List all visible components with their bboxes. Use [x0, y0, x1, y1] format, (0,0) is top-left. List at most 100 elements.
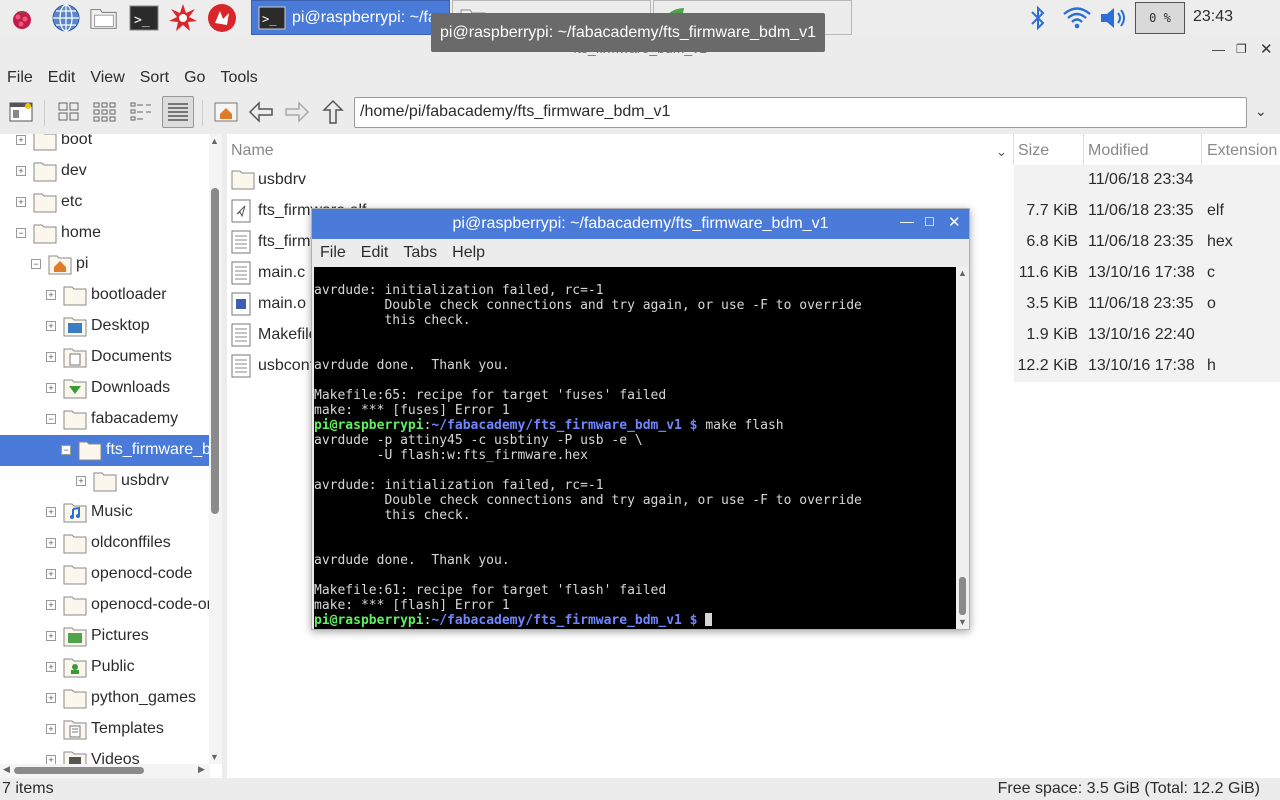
tree-item-label: Documents	[91, 348, 172, 365]
menu-view[interactable]: View	[83, 64, 132, 92]
terminal-icon[interactable]: >_	[129, 3, 159, 33]
expand-icon[interactable]: +	[46, 290, 56, 300]
volume-icon[interactable]	[1099, 6, 1129, 35]
column-header-size[interactable]: Size	[1018, 138, 1049, 164]
new-window-icon[interactable]	[7, 98, 35, 126]
tree-item-label: Public	[91, 658, 135, 675]
column-header-modified[interactable]: Modified	[1088, 138, 1148, 164]
tree-item[interactable]: + openocd-code-orig	[0, 590, 222, 621]
home-icon[interactable]	[212, 98, 240, 126]
chevron-down-icon[interactable]: ⌄	[1255, 103, 1267, 120]
back-icon[interactable]	[247, 98, 275, 126]
scroll-left-icon[interactable]: ◀	[3, 764, 10, 775]
tree-item[interactable]: + Documents	[0, 342, 210, 373]
tree-item[interactable]: − fabacademy	[0, 404, 210, 435]
terminal-scrollbar[interactable]	[956, 267, 969, 629]
tree-item[interactable]: − fts_firmware_bdm_v1	[0, 435, 222, 466]
column-header-name[interactable]: Name	[231, 138, 274, 164]
tree-item[interactable]: + python_games	[0, 683, 210, 714]
tree-item[interactable]: + Downloads	[0, 373, 210, 404]
minimize-icon[interactable]: —	[1212, 42, 1225, 57]
menu-tabs[interactable]: Tabs	[395, 240, 444, 266]
expand-icon[interactable]: +	[46, 693, 56, 703]
taskbar-button-terminal[interactable]: >_ pi@raspberrypi: ~/fa	[251, 0, 450, 35]
tree-item[interactable]: + boot	[0, 134, 210, 156]
maximize-icon[interactable]: ☐	[924, 215, 935, 229]
column-header-extension[interactable]: Extension	[1207, 138, 1277, 164]
scroll-right-icon[interactable]: ▶	[198, 764, 205, 775]
close-icon[interactable]: ✕	[1260, 40, 1273, 58]
expand-icon[interactable]: +	[46, 383, 56, 393]
tree-vertical-scroll-thumb[interactable]	[211, 188, 219, 514]
collapse-icon[interactable]: −	[46, 414, 56, 424]
tree-item[interactable]: + Music	[0, 497, 210, 528]
wifi-icon[interactable]	[1062, 5, 1092, 36]
tree-item[interactable]: + oldconffiles	[0, 528, 210, 559]
menu-edit[interactable]: Edit	[41, 64, 84, 92]
forward-icon[interactable]	[283, 98, 311, 126]
close-icon[interactable]: ✕	[948, 213, 961, 231]
expand-icon[interactable]: +	[46, 352, 56, 362]
expand-icon[interactable]: +	[46, 507, 56, 517]
menu-edit[interactable]: Edit	[353, 240, 396, 266]
menu-tools[interactable]: Tools	[213, 64, 265, 92]
raspberry-menu-icon[interactable]	[7, 3, 37, 33]
expand-icon[interactable]: +	[16, 135, 26, 145]
list-view-icon[interactable]	[162, 96, 194, 128]
file-manager-icon[interactable]	[89, 3, 119, 33]
tree-item[interactable]: + Desktop	[0, 311, 210, 342]
globe-icon[interactable]	[51, 3, 81, 33]
scroll-up-icon[interactable]: ▲	[958, 268, 967, 278]
terminal-scroll-thumb[interactable]	[959, 577, 966, 615]
prompt-path: ~/fabacademy/fts_firmware_bdm_v1	[431, 418, 682, 433]
tree-item[interactable]: + openocd-code	[0, 559, 210, 590]
minimize-icon[interactable]: —	[900, 213, 914, 229]
expand-icon[interactable]: +	[46, 724, 56, 734]
clock[interactable]: 23:43	[1193, 8, 1233, 26]
expand-icon[interactable]: +	[46, 321, 56, 331]
file-row[interactable]: usbdrv 11/06/18 23:34	[227, 165, 1280, 196]
expand-icon[interactable]: +	[46, 538, 56, 548]
tree-item[interactable]: + usbdrv	[0, 466, 210, 497]
collapse-icon[interactable]: −	[61, 445, 71, 455]
terminal-output[interactable]: avrdude: initialization failed, rc=-1 Do…	[314, 267, 956, 629]
menu-sort[interactable]: Sort	[133, 64, 177, 92]
scroll-down-icon[interactable]: ▼	[210, 752, 219, 762]
path-input[interactable]: /home/pi/fabacademy/fts_firmware_bdm_v1	[354, 97, 1247, 128]
tree-item[interactable]: + Pictures	[0, 621, 210, 652]
tree-item[interactable]: − pi	[0, 249, 210, 280]
expand-icon[interactable]: +	[46, 662, 56, 672]
tree-item[interactable]: + bootloader	[0, 280, 210, 311]
menu-file[interactable]: File	[0, 64, 41, 92]
expand-icon[interactable]: +	[46, 631, 56, 641]
thumbnail-view-icon[interactable]	[91, 98, 119, 126]
wolfram-icon[interactable]	[207, 3, 237, 33]
collapse-icon[interactable]: −	[31, 259, 41, 269]
expand-icon[interactable]: +	[16, 166, 26, 176]
tree-item[interactable]: + etc	[0, 187, 210, 218]
terminal-titlebar[interactable]: pi@raspberrypi: ~/fabacademy/fts_firmwar…	[312, 209, 969, 239]
tree-item[interactable]: + Templates	[0, 714, 210, 745]
collapse-icon[interactable]: −	[16, 228, 26, 238]
bluetooth-icon[interactable]	[1027, 4, 1049, 37]
sort-chevron-icon[interactable]: ⌄	[996, 140, 1007, 166]
tree-item[interactable]: − home	[0, 218, 210, 249]
cpu-monitor[interactable]: 0 %	[1135, 2, 1185, 34]
scroll-down-icon[interactable]: ▼	[958, 617, 967, 627]
math-star-icon[interactable]	[168, 3, 198, 33]
menu-go[interactable]: Go	[177, 64, 213, 92]
tree-item[interactable]: + Public	[0, 652, 210, 683]
expand-icon[interactable]: +	[76, 476, 86, 486]
icon-view-icon[interactable]	[55, 98, 83, 126]
menu-help[interactable]: Help	[444, 240, 492, 266]
up-icon[interactable]	[319, 98, 347, 126]
maximize-icon[interactable]: ❐	[1236, 42, 1247, 56]
tree-horizontal-scroll-thumb[interactable]	[14, 767, 144, 774]
compact-view-icon[interactable]	[127, 98, 155, 126]
scroll-up-icon[interactable]: ▲	[210, 136, 219, 146]
tree-item[interactable]: + dev	[0, 156, 210, 187]
expand-icon[interactable]: +	[46, 600, 56, 610]
menu-file[interactable]: File	[312, 240, 353, 266]
expand-icon[interactable]: +	[46, 569, 56, 579]
expand-icon[interactable]: +	[16, 197, 26, 207]
